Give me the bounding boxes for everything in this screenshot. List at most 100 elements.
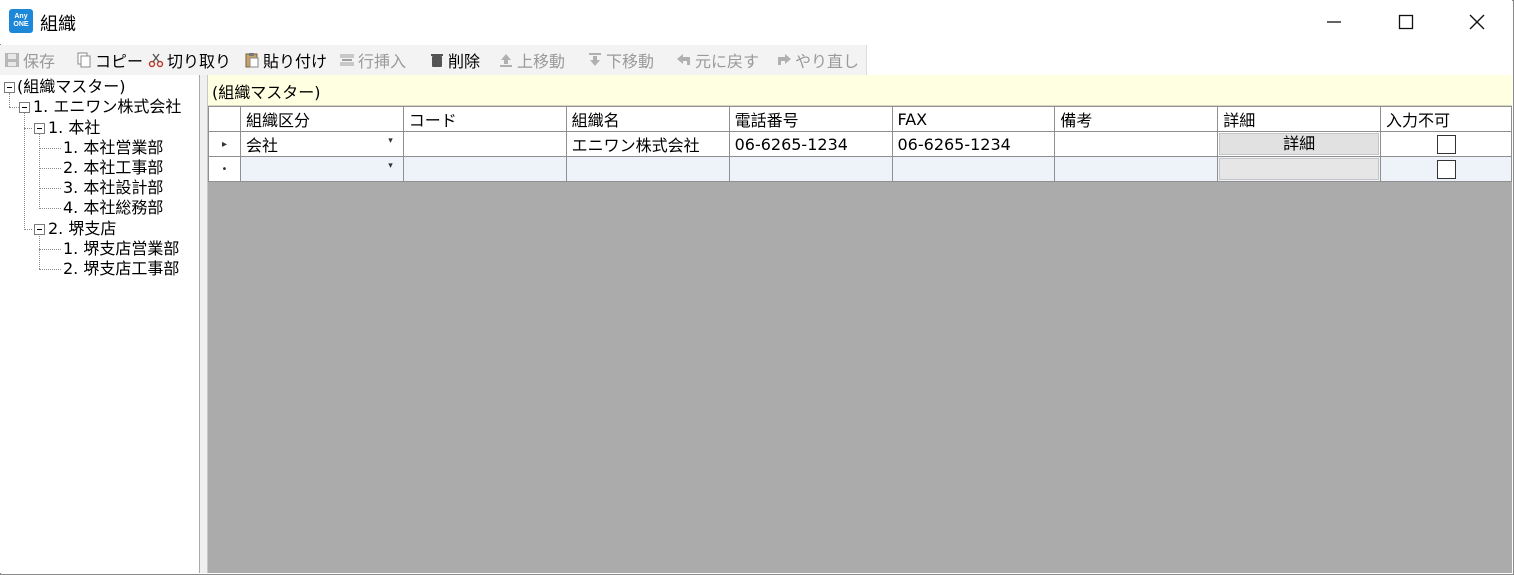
move-down-icon: [589, 53, 601, 66]
close-button[interactable]: [1442, 0, 1512, 44]
corner-header[interactable]: [208, 106, 241, 132]
locked-cell: [1380, 156, 1512, 182]
tree-connector: [39, 188, 61, 189]
chevron-down-icon[interactable]: ▾: [388, 161, 393, 171]
tree-node-dept[interactable]: 4. 本社総務部: [63, 198, 163, 218]
tree-connector: [24, 128, 32, 129]
fax-cell[interactable]: [891, 156, 1056, 182]
redo-icon: [778, 54, 791, 65]
copy-button[interactable]: コピー: [76, 48, 143, 72]
move-down-button[interactable]: 下移動: [587, 48, 654, 72]
maximize-button[interactable]: [1371, 0, 1441, 44]
organization-tree[interactable]: (組織マスター) 1. エニワン株式会社 1. 本社 1. 本社営業部 2. 本…: [0, 75, 200, 573]
tree-connector: [39, 168, 61, 169]
save-icon: [5, 53, 19, 67]
detail-cell: [1217, 156, 1382, 182]
locked-cell: [1380, 131, 1512, 157]
category-combo-cell[interactable]: 会社 ▾: [239, 131, 404, 157]
phone-cell[interactable]: 06-6265-1234: [728, 131, 893, 157]
tree-node-root[interactable]: (組織マスター): [17, 77, 126, 97]
move-up-icon: [500, 54, 512, 67]
tree-node-branch-sakai[interactable]: 2. 堺支店: [48, 219, 116, 239]
collapse-toggle[interactable]: [4, 82, 15, 93]
cut-button[interactable]: 切り取り: [148, 48, 231, 72]
tree-connector: [39, 208, 61, 209]
paste-icon: [245, 53, 259, 68]
redo-button[interactable]: やり直し: [776, 48, 859, 72]
move-up-button[interactable]: 上移動: [498, 48, 565, 72]
column-header-locked[interactable]: 入力不可: [1380, 106, 1512, 132]
detail-button[interactable]: [1219, 158, 1380, 180]
table-row: ▸ 会社 ▾ エニワン株式会社 06-6265-1234 06-6265-123…: [208, 131, 1512, 157]
column-header-detail[interactable]: 詳細: [1217, 106, 1382, 132]
column-header-name[interactable]: 組織名: [565, 106, 730, 132]
row-header-new[interactable]: •: [208, 156, 241, 182]
tree-connector: [24, 112, 25, 230]
column-header-fax[interactable]: FAX: [891, 106, 1056, 132]
organization-grid: 組織区分 コード 組織名 電話番号 FAX 備考 詳細 入力不可 ▸ 会社 ▾ …: [208, 106, 1512, 182]
toolbar: 保存 コピー 切り取り 貼り付け 行挿入 削除 上移動 下移動 元に戻す やり直…: [0, 45, 867, 75]
collapse-toggle[interactable]: [34, 123, 45, 134]
note-cell[interactable]: [1054, 131, 1219, 157]
collapse-toggle[interactable]: [34, 224, 45, 235]
tree-connector: [39, 249, 61, 250]
column-header-phone[interactable]: 電話番号: [728, 106, 893, 132]
fax-cell[interactable]: 06-6265-1234: [891, 131, 1056, 157]
tree-connector: [39, 148, 61, 149]
tree-connector: [39, 269, 61, 270]
tree-node-branch-honsha[interactable]: 1. 本社: [48, 118, 100, 138]
paste-button[interactable]: 貼り付け: [244, 48, 327, 72]
app-logo-icon: Any ONE: [9, 9, 33, 33]
tree-node-dept[interactable]: 2. 堺支店工事部: [63, 259, 179, 279]
locked-checkbox[interactable]: [1436, 159, 1456, 179]
maximize-icon: [1398, 14, 1414, 30]
trash-icon: [431, 54, 443, 67]
tree-node-dept[interactable]: 2. 本社工事部: [63, 158, 163, 178]
tree-node-dept[interactable]: 1. 堺支店営業部: [63, 239, 179, 259]
tree-node-dept[interactable]: 1. 本社営業部: [63, 138, 163, 158]
category-value: 会社: [245, 136, 278, 155]
column-header-code[interactable]: コード: [402, 106, 567, 132]
tree-connector: [9, 93, 10, 107]
category-combo-cell[interactable]: ▾: [239, 156, 404, 182]
close-icon: [1469, 14, 1485, 30]
collapse-toggle[interactable]: [19, 102, 30, 113]
data-grid-area: 組織区分 コード 組織名 電話番号 FAX 備考 詳細 入力不可 ▸ 会社 ▾ …: [208, 106, 1512, 573]
tree-node-dept[interactable]: 3. 本社設計部: [63, 178, 163, 198]
detail-cell: 詳細: [1217, 131, 1382, 157]
insert-row-icon: [340, 54, 354, 66]
name-cell[interactable]: [565, 156, 730, 182]
detail-button[interactable]: 詳細: [1219, 133, 1380, 155]
delete-button[interactable]: 削除: [429, 48, 480, 72]
splitter[interactable]: [200, 75, 208, 573]
name-cell[interactable]: エニワン株式会社: [565, 131, 730, 157]
tree-connector: [39, 133, 40, 209]
chevron-down-icon[interactable]: ▾: [388, 136, 393, 146]
tree-connector: [24, 229, 32, 230]
scissors-icon: [148, 53, 164, 68]
undo-button[interactable]: 元に戻す: [676, 48, 759, 72]
row-header-current[interactable]: ▸: [208, 131, 241, 157]
undo-icon: [677, 54, 690, 65]
locked-checkbox[interactable]: [1436, 134, 1456, 154]
save-button[interactable]: 保存: [4, 48, 55, 72]
grid-header-row: 組織区分 コード 組織名 電話番号 FAX 備考 詳細 入力不可: [208, 106, 1512, 132]
code-cell[interactable]: [402, 156, 567, 182]
phone-cell[interactable]: [728, 156, 893, 182]
grid-caption-band: (組織マスター): [208, 75, 1512, 106]
tree-connector: [9, 107, 19, 108]
column-header-category[interactable]: 組織区分: [239, 106, 404, 132]
copy-icon: [77, 52, 91, 68]
grid-caption: (組織マスター): [212, 83, 321, 102]
insert-row-button[interactable]: 行挿入: [339, 48, 406, 72]
minimize-button[interactable]: [1299, 0, 1369, 44]
tree-node-company[interactable]: 1. エニワン株式会社: [33, 97, 181, 117]
window-title: 組織: [40, 14, 76, 35]
note-cell[interactable]: [1054, 156, 1219, 182]
code-cell[interactable]: [402, 131, 567, 157]
table-row-new: • ▾: [208, 156, 1512, 182]
tree-connector: [39, 234, 40, 269]
title-bar: Any ONE 組織: [0, 0, 1512, 44]
column-header-note[interactable]: 備考: [1054, 106, 1219, 132]
minimize-icon: [1327, 21, 1341, 23]
